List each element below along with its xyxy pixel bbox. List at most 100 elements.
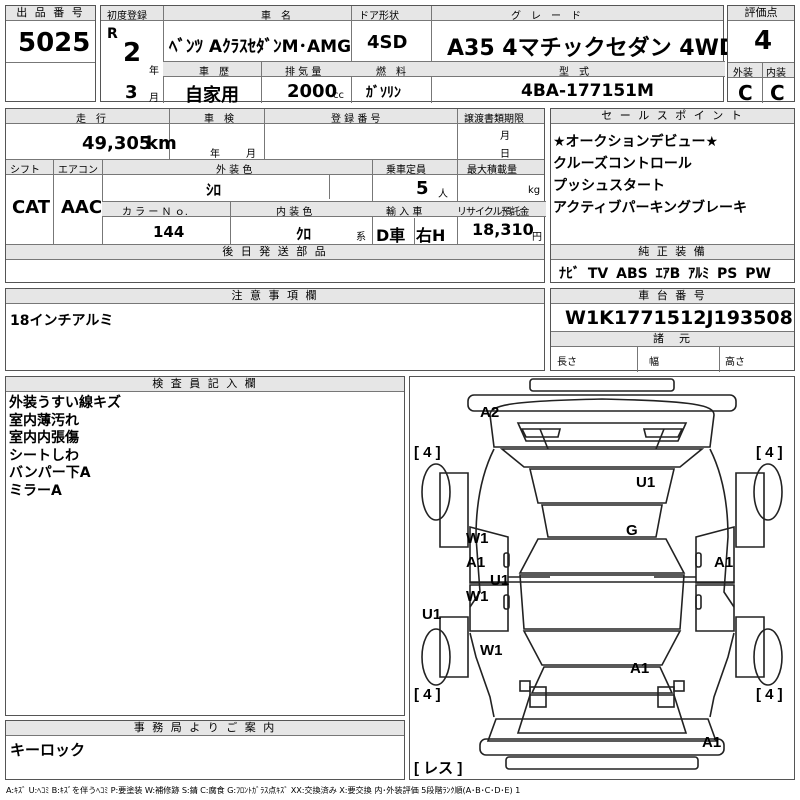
inspector-note-1: 外装うすい線キズ bbox=[9, 395, 121, 411]
car-name: ﾍﾞﾝﾂ AｸﾗｽｾﾀﾞﾝM･AMG bbox=[169, 37, 352, 57]
color-no-label: カ ラ ー Ｎ ｏ. bbox=[122, 207, 188, 218]
lot-box: 出 品 番 号 5025 bbox=[5, 5, 96, 102]
history-value: 自家用 bbox=[185, 85, 239, 106]
mark-u1-roof: U1 bbox=[636, 474, 655, 491]
score-box: 評価点 4 外装 内装 C C bbox=[727, 5, 795, 105]
car-outline: [ 4 ] [ 4 ] [ 4 ] [ 4 ] [ レス ] A2 U1 G W… bbox=[414, 378, 783, 777]
shift-label: シフト bbox=[10, 165, 40, 176]
sales-point-2: クルーズコントロール bbox=[553, 156, 692, 172]
width-label: 幅 bbox=[649, 357, 659, 368]
legend: A:ｷｽﾞ U:ﾍｺﾐ B:ｷｽﾞを伴うﾍｺﾐ P:要塗装 W:補修跡 S:錆 … bbox=[6, 785, 521, 795]
month-unit: 月 bbox=[149, 93, 159, 104]
inspector-note-4: シートしわ bbox=[9, 447, 79, 464]
interior-color-value: ｸﾛ bbox=[296, 225, 312, 243]
genuine-item: ｴｱB bbox=[655, 266, 681, 282]
genuine-item: ｱﾙﾐ bbox=[688, 266, 710, 282]
genuine-items: ﾅﾋﾞ TV ABS ｴｱB ｱﾙﾐ PS PW bbox=[559, 263, 771, 283]
sales-point-box: セ ー ル ス ポ イ ン ト ★オークションデビュー★ クルーズコントロール … bbox=[550, 108, 795, 283]
score-label: 評価点 bbox=[728, 6, 794, 21]
specs-label: 諸 元 bbox=[551, 332, 794, 347]
car-name-label: 車 名 bbox=[261, 11, 291, 22]
caution-text: 18インチアルミ bbox=[10, 313, 114, 329]
recycle-label: リサイクル預託金 bbox=[457, 207, 529, 218]
max-load-unit: kg bbox=[528, 185, 541, 196]
chassis-label: 車 台 番 号 bbox=[551, 289, 794, 304]
genuine-item: ﾅﾋﾞ bbox=[559, 266, 580, 282]
shift-value: CAT bbox=[12, 197, 51, 218]
mark-g: G bbox=[626, 522, 638, 539]
fuel-label: 燃 料 bbox=[376, 67, 406, 78]
chassis-box: 車 台 番 号 W1K1771512J193508 諸 元 長さ 幅 高さ bbox=[550, 288, 795, 372]
office-box: 事 務 局 よ り ご 案 内 キーロック bbox=[5, 720, 405, 780]
recycle-value: 18,310 bbox=[472, 220, 534, 239]
transfer-day-unit: 日 bbox=[500, 149, 510, 160]
inspector-note-2: 室内薄汚れ bbox=[9, 412, 79, 429]
genuine-label: 純 正 装 備 bbox=[551, 245, 794, 260]
spare-tire: [ レス ] bbox=[414, 760, 462, 777]
mark-a1-hood: A1 bbox=[630, 660, 649, 677]
score-value: 4 bbox=[754, 26, 773, 56]
sales-point-1: ★オークションデビュー★ bbox=[553, 134, 719, 150]
capacity-label: 乗車定員 bbox=[386, 165, 426, 176]
length-label: 長さ bbox=[557, 357, 577, 368]
inspection-month-unit: 月 bbox=[246, 149, 256, 160]
sales-point-label: セ ー ル ス ポ イ ン ト bbox=[551, 109, 794, 124]
int-score: C bbox=[770, 81, 785, 105]
damage-diagram: [ 4 ] [ 4 ] [ 4 ] [ 4 ] [ レス ] A2 U1 G W… bbox=[409, 376, 795, 780]
inspector-note-6: ミラーA bbox=[9, 482, 62, 499]
inspection-year-unit: 年 bbox=[210, 149, 220, 160]
mark-a2: A2 bbox=[480, 404, 499, 421]
transfer-month-unit: 月 bbox=[500, 131, 510, 142]
mark-u1-fender: U1 bbox=[422, 606, 441, 623]
model-code-label: 型 式 bbox=[559, 67, 589, 78]
genuine-item: PW bbox=[745, 266, 771, 282]
exterior-color-label: 外 装 色 bbox=[216, 165, 253, 176]
interior-color-label: 内 装 色 bbox=[276, 207, 313, 218]
capacity-value: 5 bbox=[416, 178, 429, 199]
grade-value: A35 4マチックセダン 4WD bbox=[447, 36, 738, 61]
inspector-note-3: 室内内張傷 bbox=[9, 430, 79, 446]
displacement-unit: cc bbox=[333, 90, 344, 101]
mark-a1-bumper: A1 bbox=[702, 734, 721, 751]
max-load-label: 最大積載量 bbox=[467, 165, 517, 176]
inspection-label: 車 検 bbox=[204, 114, 234, 125]
history-label: 車 歴 bbox=[199, 67, 229, 78]
height-label: 高さ bbox=[725, 357, 745, 368]
year-unit: 年 bbox=[149, 66, 159, 77]
ext-score: C bbox=[738, 81, 753, 105]
capacity-unit: 人 bbox=[438, 189, 448, 200]
reg-month: 3 bbox=[125, 82, 138, 103]
int-label: 内装 bbox=[766, 68, 786, 79]
ext-label: 外装 bbox=[733, 68, 753, 79]
caution-label: 注 意 事 項 欄 bbox=[6, 289, 544, 304]
tire-front-right: [ 4 ] bbox=[756, 686, 783, 703]
transfer-label: 譲渡書類期限 bbox=[464, 114, 524, 125]
mark-a1-right: A1 bbox=[714, 554, 733, 571]
mark-w1-fender: W1 bbox=[480, 642, 503, 659]
lot-number: 5025 bbox=[18, 28, 91, 58]
displacement-label: 排 気 量 bbox=[285, 67, 322, 78]
mark-w1-front-door: W1 bbox=[466, 588, 489, 605]
tire-rear-left: [ 4 ] bbox=[414, 444, 441, 461]
mark-a1-rear-door: A1 bbox=[466, 554, 485, 571]
mark-u1-side: U1 bbox=[490, 572, 509, 589]
mark-w1-rear-door: W1 bbox=[466, 530, 489, 547]
main-info-box: 初度登録 車 名 ドア形状 グ レ ー ド 車 歴 排 気 量 燃 料 型 式 … bbox=[100, 5, 737, 106]
tire-rear-right: [ 4 ] bbox=[756, 444, 783, 461]
era-code: R bbox=[107, 26, 118, 42]
import-label: 輸 入 車 bbox=[386, 207, 423, 218]
inspector-box: 検 査 員 記 入 欄 外装うすい線キズ 室内薄汚れ 室内内張傷 シートしわ バ… bbox=[5, 376, 405, 716]
reg-no-label: 登 録 番 号 bbox=[331, 114, 381, 125]
genuine-item: PS bbox=[717, 266, 738, 282]
fuel-value: ｶﾞｿﾘﾝ bbox=[366, 85, 401, 101]
office-label: 事 務 局 よ り ご 案 内 bbox=[6, 721, 404, 736]
door-type: 4SD bbox=[367, 32, 408, 53]
detail-box: 走 行 車 検 登 録 番 号 譲渡書類期限 49,305 km 年 月 月 日… bbox=[5, 108, 546, 283]
model-code-value: 4BA-177151M bbox=[521, 81, 654, 101]
aircon-label: エアコン bbox=[58, 165, 98, 176]
reg-year: 2 bbox=[123, 38, 142, 68]
inspector-note-5: バンパー下A bbox=[9, 465, 91, 481]
aircon-value: AAC bbox=[61, 197, 103, 218]
door-label: ドア形状 bbox=[359, 11, 399, 22]
recycle-unit: 円 bbox=[532, 232, 542, 243]
